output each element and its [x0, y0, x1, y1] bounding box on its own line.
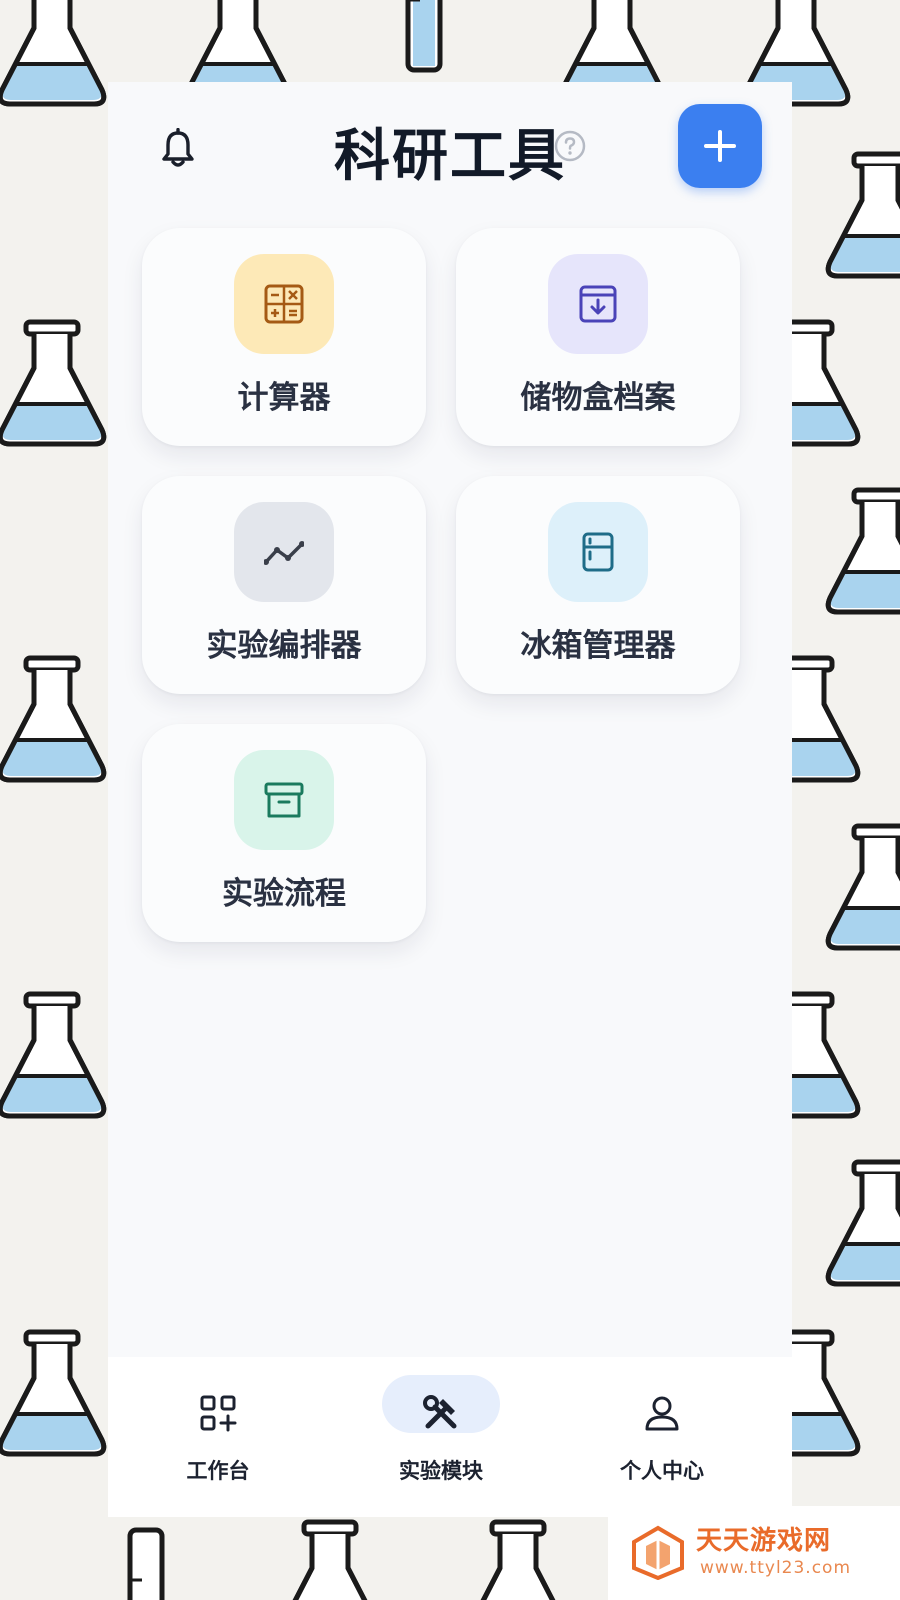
bottom-tab-bar: 工作台 实验模块 个人中心	[108, 1357, 792, 1517]
tool-icon-box	[548, 502, 648, 602]
tool-card-label: 实验编排器	[206, 628, 362, 664]
watermark-name: 天天游戏网	[696, 1526, 832, 1556]
tool-icon-box	[234, 502, 334, 602]
line-chart-icon	[264, 541, 304, 565]
tool-card-label: 计算器	[237, 380, 331, 416]
tool-card-label: 冰箱管理器	[520, 628, 676, 664]
tool-icon-box	[234, 254, 334, 354]
tools-icon	[423, 1395, 457, 1429]
tool-card-experiment-scheduler[interactable]: 实验编排器	[142, 476, 426, 694]
app-screen: 科研工具 计算器 储物盒档案 实验编排器 冰箱管理器 实验流程 工作台 实验模块…	[108, 82, 792, 1517]
add-button[interactable]	[678, 104, 762, 188]
tool-card-storage-archive[interactable]: 储物盒档案	[456, 228, 740, 446]
tool-card-calculator[interactable]: 计算器	[142, 228, 426, 446]
tool-icon-box	[234, 750, 334, 850]
tool-card-label: 实验流程	[222, 876, 346, 912]
grid-plus-icon	[200, 1395, 237, 1432]
tab-profile[interactable]: 个人中心	[572, 1373, 752, 1503]
header: 科研工具	[108, 82, 792, 232]
archive-box-icon	[264, 782, 304, 818]
tool-card-label: 储物盒档案	[520, 380, 676, 416]
archive-download-icon	[579, 285, 617, 323]
tab-label: 实验模块	[399, 1459, 483, 1483]
tool-card-fridge-manager[interactable]: 冰箱管理器	[456, 476, 740, 694]
calculator-icon	[264, 284, 304, 324]
site-watermark: 天天游戏网 www.ttyl23.com	[608, 1506, 900, 1600]
watermark-url: www.ttyl23.com	[700, 1558, 852, 1578]
plus-icon	[704, 130, 736, 162]
watermark-logo-icon	[632, 1525, 684, 1580]
user-icon	[645, 1396, 679, 1431]
tab-workbench[interactable]: 工作台	[128, 1373, 308, 1503]
help-circle-icon[interactable]	[554, 130, 586, 162]
tab-experiment-modules[interactable]: 实验模块	[351, 1373, 531, 1503]
tab-label: 工作台	[186, 1459, 250, 1483]
fridge-icon	[582, 532, 614, 572]
tool-card-experiment-workflow[interactable]: 实验流程	[142, 724, 426, 942]
tab-label: 个人中心	[620, 1459, 704, 1483]
tool-icon-box	[548, 254, 648, 354]
